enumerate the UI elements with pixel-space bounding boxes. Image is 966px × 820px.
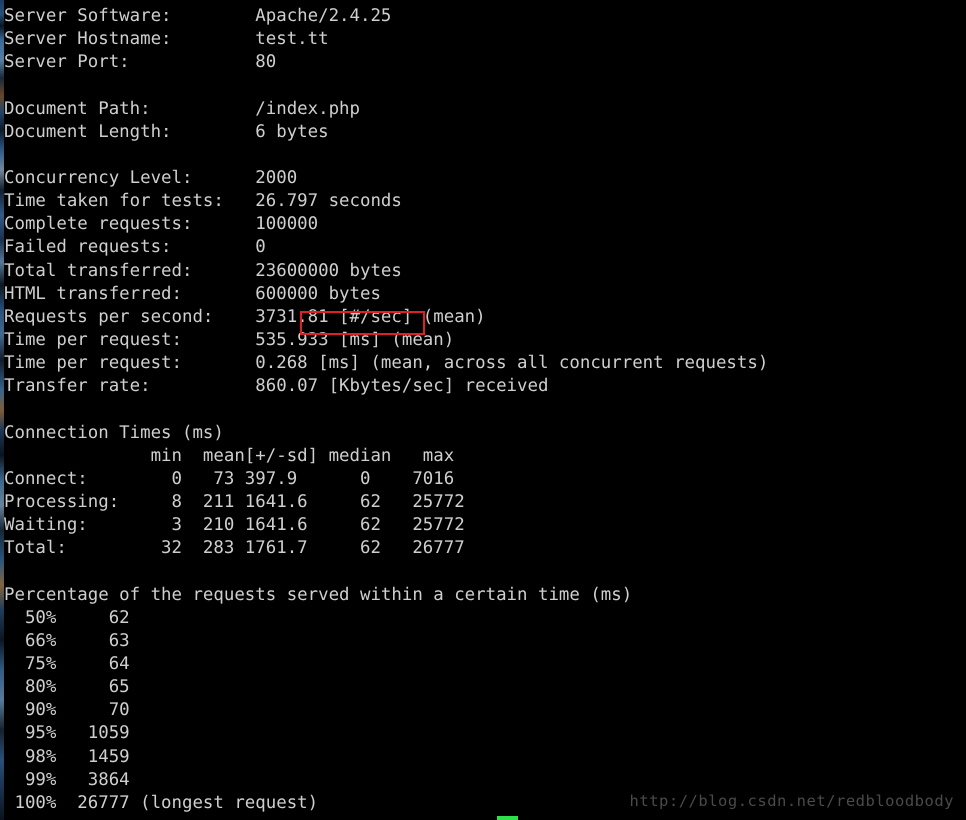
terminal-output: Server Software: Apache/2.4.25 Server Hos… xyxy=(0,5,966,815)
terminal-line: Transfer rate: 860.07 [Kbytes/sec] recei… xyxy=(4,376,549,397)
terminal-line: Server Software: Apache/2.4.25 xyxy=(4,6,392,26)
bottom-progress-indicator xyxy=(497,816,518,820)
terminal-line: Waiting: 3 210 1641.6 62 25772 xyxy=(4,515,465,536)
terminal-line: Complete requests: 100000 xyxy=(4,214,319,235)
terminal-line: 98% 1459 xyxy=(4,746,130,767)
terminal-line: Connection Times (ms) xyxy=(4,422,224,443)
terminal-line: Connect: 0 73 397.9 0 7016 xyxy=(4,468,455,489)
terminal-line: Requests per second: 3731.81 [#/sec] (me… xyxy=(4,306,486,327)
terminal-line: Document Length: 6 bytes xyxy=(4,121,329,142)
terminal-line: Failed requests: 0 xyxy=(4,237,266,258)
terminal-line: 80% 65 xyxy=(4,677,130,698)
terminal-line: Time per request: 0.268 [ms] (mean, acro… xyxy=(4,353,769,374)
terminal-line: Total: 32 283 1761.7 62 26777 xyxy=(4,538,465,559)
terminal-line: Time per request: 535.933 [ms] (mean) xyxy=(4,329,455,350)
terminal-line: Document Path: /index.php xyxy=(4,98,360,119)
terminal-line: Time taken for tests: 26.797 seconds xyxy=(4,191,402,212)
terminal-line: Percentage of the requests served within… xyxy=(4,584,633,605)
terminal-window: Server Software: Apache/2.4.25 Server Hos… xyxy=(0,0,966,820)
terminal-line: Server Hostname: test.tt xyxy=(4,29,329,50)
terminal-line: Processing: 8 211 1641.6 62 25772 xyxy=(4,491,465,512)
terminal-line: 99% 3864 xyxy=(4,769,130,790)
terminal-line: 66% 63 xyxy=(4,630,130,651)
terminal-line: Total transferred: 23600000 bytes xyxy=(4,260,402,281)
terminal-line: Concurrency Level: 2000 xyxy=(4,167,298,188)
terminal-line: min mean[+/-sd] median max xyxy=(4,445,455,466)
terminal-line: Server Port: 80 xyxy=(4,52,277,73)
terminal-line: HTML transferred: 600000 bytes xyxy=(4,283,381,304)
terminal-line: 95% 1059 xyxy=(4,723,130,744)
terminal-line: 50% 62 xyxy=(4,607,130,628)
blog-watermark: http://blog.csdn.net/redbloodbody xyxy=(629,792,954,810)
terminal-line: 90% 70 xyxy=(4,700,130,721)
terminal-line: 75% 64 xyxy=(4,653,130,674)
